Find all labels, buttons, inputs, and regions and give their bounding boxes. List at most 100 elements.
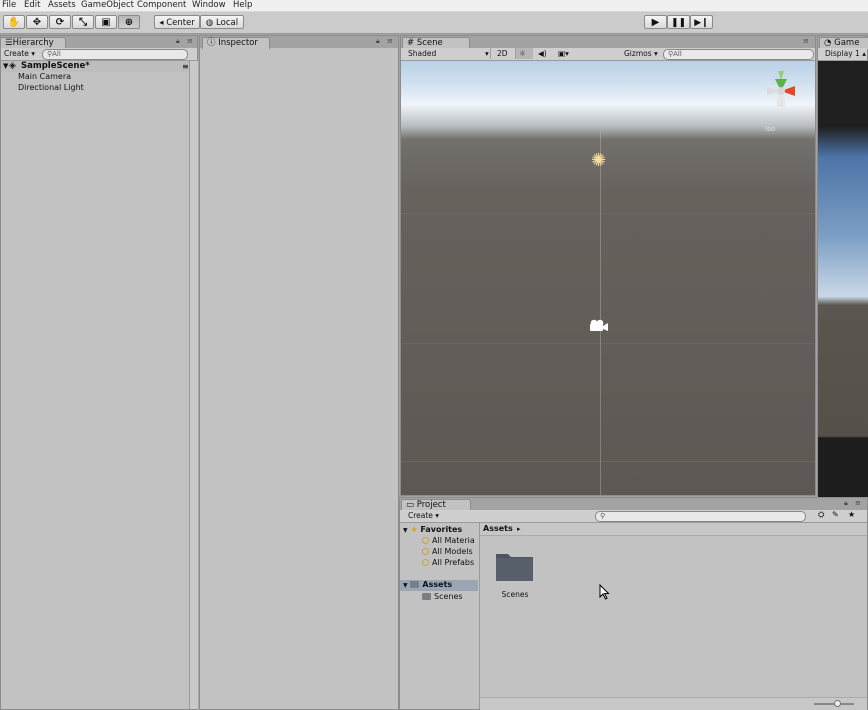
grid-line [401, 461, 815, 462]
scale-tool-button[interactable]: ⤡ [72, 15, 94, 29]
lock-icon[interactable]: 🔒︎ [376, 36, 380, 47]
panel-menu-icon[interactable]: ≡ [387, 36, 393, 47]
hierarchy-create-button[interactable]: Create ▾ [1, 48, 35, 59]
breadcrumb: Assets ▸ [480, 523, 867, 536]
audio-toggle[interactable]: ◀︎) [535, 48, 552, 59]
hand-icon: ✋ [7, 17, 21, 28]
space-toggle[interactable]: ◍ Local [200, 15, 244, 29]
lock-icon[interactable]: 🔒︎ [176, 36, 180, 47]
hierarchy-create-label: Create [4, 49, 29, 58]
favorites-item-label: All Prefabs [432, 558, 475, 567]
hierarchy-item-main-camera[interactable]: Main Camera [18, 72, 71, 82]
grid-icon: # [407, 38, 415, 48]
favorites-item-label: All Materia [432, 536, 475, 545]
menu-assets[interactable]: Assets [48, 0, 76, 10]
project-folder-tree: ▼ ★ Favorites All Materia All Models All… [400, 523, 480, 709]
inspector-panel: ⓘ Inspector 🔒︎ ≡ [199, 35, 399, 710]
toggle-2d-button[interactable]: 2D [494, 48, 516, 59]
favorites-header[interactable]: ▼ ★ Favorites [403, 525, 462, 536]
game-toolbar: Display 1 ▴ [818, 48, 867, 61]
move-tool-button[interactable]: ✥ [26, 15, 48, 29]
tree-item-scenes[interactable]: Scenes [422, 592, 463, 602]
scene-panel: # Scene ≡ Shaded ▾ 2D ☼ ◀︎) ▣▾ Gizmos ▾ … [400, 35, 816, 496]
asset-item-scenes[interactable]: Scenes [493, 550, 537, 602]
game-tab-label: Game [834, 38, 860, 48]
panel-menu-icon[interactable]: ≡ [855, 498, 861, 509]
step-button[interactable]: ▶❙ [690, 15, 713, 29]
scene-toolbar: Shaded ▾ 2D ☼ ◀︎) ▣▾ Gizmos ▾ ⚲All [401, 48, 815, 61]
rotate-tool-button[interactable]: ⟳ [49, 15, 71, 29]
scene-tabstrip: # Scene ≡ [401, 36, 815, 49]
grid-axis-line [600, 131, 601, 495]
lock-icon[interactable]: 🔒︎ [844, 498, 848, 509]
gizmos-dropdown[interactable]: Gizmos ▾ [621, 48, 662, 59]
directional-light-gizmo-icon[interactable]: ✺ [591, 152, 606, 170]
menu-edit[interactable]: Edit [24, 0, 40, 10]
project-create-button[interactable]: Create ▾ [405, 510, 439, 521]
step-icon: ▶❙ [694, 18, 709, 28]
inspector-tabstrip: ⓘ Inspector 🔒︎ ≡ [200, 36, 398, 49]
filter-type-icon[interactable]: ⛭ [818, 510, 824, 520]
scene-viewport[interactable]: ✺ Iso [401, 61, 815, 495]
hand-tool-button[interactable]: ✋ [3, 15, 25, 29]
hierarchy-toolbar: Create ▾ ⚲All [1, 48, 197, 61]
menu-component[interactable]: Component [137, 0, 186, 10]
hierarchy-search-input[interactable]: ⚲All [42, 49, 188, 60]
star-icon: ★ [410, 525, 418, 534]
game-viewport[interactable] [818, 61, 868, 497]
breadcrumb-arrow-icon: ▸ [517, 525, 521, 533]
rect-icon: ▣ [101, 17, 111, 28]
scale-icon: ⤡ [79, 17, 87, 28]
favorite-star-icon[interactable]: ★ [848, 510, 855, 519]
hierarchy-panel: ☰Hierarchy 🔒︎ ≡ Create ▾ ⚲All ▼ ◈ Sample… [0, 35, 198, 710]
chevron-down-icon: ▾ [485, 49, 489, 58]
persp-label[interactable]: Iso [765, 125, 775, 133]
main-toolbar: ✋ ✥ ⟳ ⤡ ▣ ⊕ ◂ Center ◍ Local ▶ ❚❚ ▶❙ [0, 12, 868, 34]
expand-arrow-icon[interactable]: ▼ [3, 61, 8, 72]
filter-label-icon[interactable]: ✎ [832, 510, 839, 519]
project-search-input[interactable]: ⚲ [595, 511, 806, 522]
menu-file[interactable]: File [2, 0, 16, 10]
tab-inspector[interactable]: ⓘ Inspector [202, 37, 270, 49]
info-icon: ⓘ [207, 38, 216, 48]
menu-help[interactable]: Help [233, 0, 252, 10]
transform-tool-button[interactable]: ⊕ [118, 15, 140, 29]
hierarchy-item-directional-light[interactable]: Directional Light [18, 83, 84, 93]
globe-icon: ◍ [205, 18, 214, 28]
lighting-toggle[interactable]: ☼ [516, 48, 533, 59]
mouse-cursor-icon [599, 584, 610, 600]
scene-menu-icon[interactable]: ≡ [182, 61, 189, 72]
play-button[interactable]: ▶ [644, 15, 667, 29]
sun-icon: ☼ [519, 49, 526, 58]
panel-menu-icon[interactable]: ≡ [803, 36, 809, 47]
favorites-item-all-prefabs[interactable]: All Prefabs [422, 558, 474, 568]
panel-menu-icon[interactable]: ≡ [187, 36, 193, 47]
favorites-item-all-materials[interactable]: All Materia [422, 536, 475, 546]
assets-tree-row-selected[interactable]: ▼ Assets [400, 580, 478, 591]
rect-tool-button[interactable]: ▣ [95, 15, 117, 29]
scene-search-input[interactable]: ⚲All [663, 49, 814, 60]
favorites-item-all-models[interactable]: All Models [422, 547, 473, 557]
speaker-icon: ◀︎) [538, 49, 547, 58]
menu-gameobject[interactable]: GameObject [81, 0, 134, 10]
shading-mode-dropdown[interactable]: Shaded ▾ [405, 48, 491, 59]
pivot-toggle[interactable]: ◂ Center [154, 15, 200, 29]
tree-item-scenes-label: Scenes [434, 592, 463, 601]
menu-window[interactable]: Window [192, 0, 226, 10]
folder-icon [422, 593, 431, 600]
orientation-gizmo[interactable] [758, 69, 804, 117]
shading-mode-label: Shaded [408, 49, 437, 58]
display-dropdown[interactable]: Display 1 ▴ [822, 48, 866, 59]
pause-button[interactable]: ❚❚ [667, 15, 690, 29]
search-icon: ⚲ [600, 512, 606, 520]
effects-dropdown[interactable]: ▣▾ [555, 48, 576, 59]
hierarchy-scrollbar[interactable] [189, 61, 198, 709]
icon-size-slider-thumb[interactable] [834, 700, 841, 707]
unity-scene-icon: ◈ [9, 61, 16, 71]
scene-header-row[interactable]: ▼ ◈ SampleScene* ≡ [1, 61, 191, 72]
favorites-label: Favorites [420, 525, 463, 534]
pacman-icon: ◔ [824, 38, 832, 48]
breadcrumb-assets[interactable]: Assets [483, 523, 513, 535]
grid-line [401, 343, 815, 344]
camera-gizmo-icon[interactable] [588, 319, 610, 333]
